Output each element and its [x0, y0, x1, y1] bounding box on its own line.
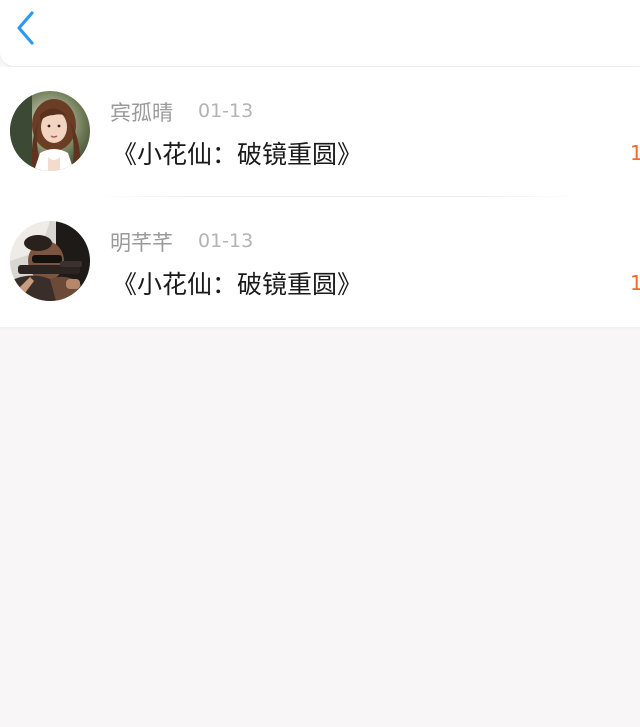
- sender-name: 宾孤晴: [110, 101, 173, 125]
- sender-name: 明芊芊: [110, 231, 173, 255]
- message-date: 01-13: [198, 100, 254, 122]
- top-bar: [0, 0, 640, 66]
- message-title: 《小花仙：破镜重圆》: [112, 270, 363, 299]
- message-date: 01-13: [198, 230, 254, 252]
- chevron-left-icon: [17, 11, 34, 45]
- message-list: 宾孤晴 01-13 《小花仙：破镜重圆》 1 明芊芊 01-13 《小花仙：破镜…: [0, 67, 640, 327]
- back-button[interactable]: [10, 8, 46, 48]
- list-bottom-shadow: [0, 327, 640, 330]
- avatar[interactable]: [10, 221, 90, 301]
- message-title: 《小花仙：破镜重圆》: [112, 140, 363, 169]
- list-item[interactable]: 宾孤晴 01-13 《小花仙：破镜重圆》 1: [0, 67, 640, 197]
- count-badge: 1: [630, 271, 640, 295]
- list-item[interactable]: 明芊芊 01-13 《小花仙：破镜重圆》 1: [0, 197, 640, 327]
- count-badge: 1: [630, 141, 640, 165]
- avatar[interactable]: [10, 91, 90, 171]
